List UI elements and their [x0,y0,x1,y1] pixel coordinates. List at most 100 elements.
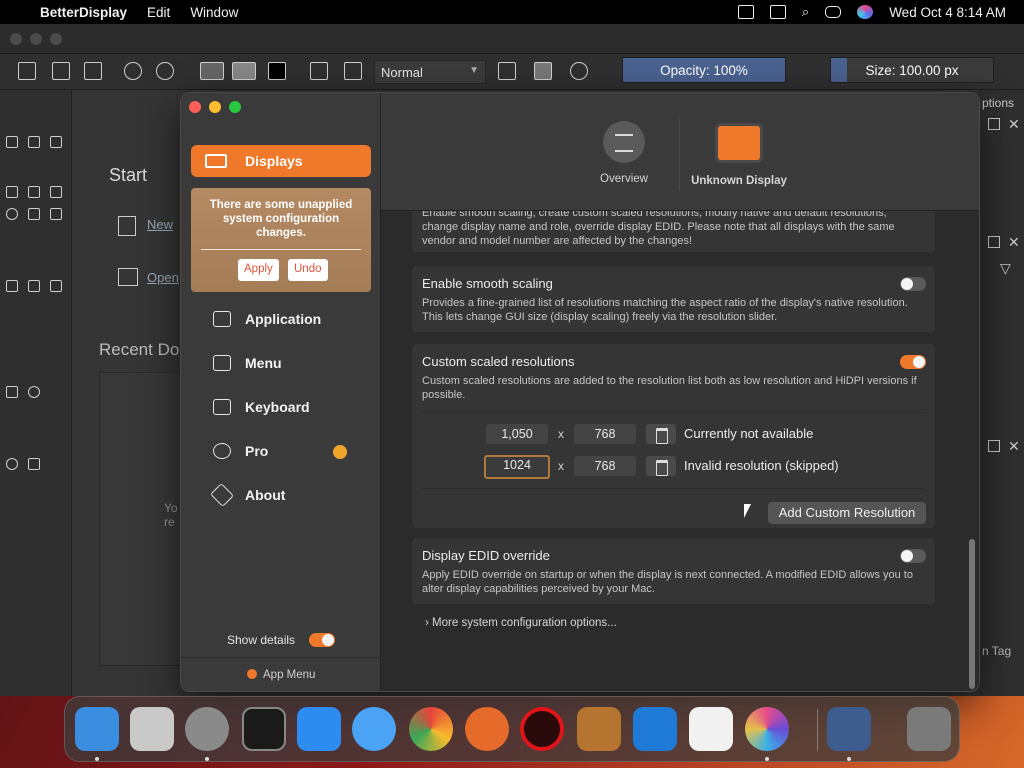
sidebar-item-pro[interactable]: Pro [213,439,268,463]
garageband-icon[interactable] [577,707,621,751]
recent-documents-heading: Recent Do [99,340,180,359]
sidebar-item-keyboard[interactable]: Keyboard [213,395,310,419]
presets-grid-icon[interactable] [344,62,362,80]
rectangle-tool-icon[interactable] [50,186,62,198]
close-icon[interactable]: ✕ [1008,438,1020,455]
color-swatch-icon[interactable] [268,62,286,80]
launchpad-icon[interactable] [130,707,174,751]
edid-override-toggle[interactable] [900,549,926,563]
close-icon[interactable]: ✕ [1008,116,1020,133]
terminal-icon[interactable] [242,707,286,751]
open-file-icon[interactable] [118,268,138,286]
more-options-disclosure[interactable]: › More system configuration options... [425,617,617,629]
float-icon[interactable] [988,118,1000,130]
vscode-icon[interactable] [633,707,677,751]
custom-resolutions-toggle[interactable] [900,355,926,369]
open-file-link[interactable]: Open [147,270,179,285]
show-details-toggle[interactable] [309,633,335,647]
safari-icon[interactable] [352,707,396,751]
bg-close-dot[interactable] [10,33,22,45]
eraser-icon[interactable] [498,62,516,80]
undo-button[interactable]: Undo [288,259,328,281]
new-file-icon[interactable] [118,216,136,236]
brush-tool-icon[interactable] [6,186,18,198]
finder-icon[interactable] [75,707,119,751]
reload-icon[interactable] [570,62,588,80]
move-tool-icon[interactable] [28,280,40,292]
search-icon[interactable]: ⌕ [802,4,809,20]
polygon-tool-icon[interactable] [28,208,40,220]
new-file-link[interactable]: New [147,217,173,232]
sidebar-item-menu[interactable]: Menu [213,351,282,375]
scrollbar[interactable] [969,539,975,689]
alpha-lock-icon[interactable] [534,62,552,80]
crop-tool-icon[interactable] [50,280,62,292]
zoom-button[interactable] [229,101,241,113]
sidebar-item-application[interactable]: Application [213,307,321,331]
app-menu-button[interactable]: App Menu [247,669,315,681]
float-icon[interactable] [988,236,1000,248]
chrome-icon[interactable] [409,707,453,751]
opera-icon[interactable] [520,707,564,751]
resolution-width-field[interactable]: 1,050 [486,424,548,444]
ellipse-tool-icon[interactable] [6,208,18,220]
trash-icon[interactable] [646,456,676,476]
transform-tool-icon[interactable] [6,280,18,292]
close-button[interactable] [189,101,201,113]
close-icon[interactable]: ✕ [1008,234,1020,251]
opacity-slider[interactable]: Opacity: 100% [622,57,786,83]
sidebar-item-displays[interactable]: Displays [191,145,371,177]
resolution-status: Currently not available [684,426,814,441]
menu-edit[interactable]: Edit [147,5,170,20]
rect-select-icon[interactable] [6,386,18,398]
minimize-button[interactable] [209,101,221,113]
brush-settings-icon[interactable] [310,62,328,80]
ellipse-select-icon[interactable] [28,386,40,398]
add-custom-resolution-button[interactable]: Add Custom Resolution [768,502,926,524]
zoom-tool-icon[interactable] [6,458,18,470]
menu-app-name[interactable]: BetterDisplay [40,5,127,20]
textedit-icon[interactable] [689,707,733,751]
screen-mirroring-icon[interactable] [769,5,786,19]
betterdisplay-icon[interactable] [827,707,871,751]
firefox-icon[interactable] [465,707,509,751]
trash-icon[interactable] [907,707,951,751]
siri-icon[interactable] [857,5,874,19]
bg-minimize-dot[interactable] [30,33,42,45]
smooth-scaling-toggle[interactable] [900,277,926,291]
sidebar-item-about[interactable]: About [209,482,285,508]
filter-icon[interactable]: ▽ [1000,260,1011,277]
pan-tool-icon[interactable] [28,458,40,470]
new-document-icon[interactable] [18,62,36,80]
polyline-tool-icon[interactable] [50,208,62,220]
pattern-icon[interactable] [232,62,256,80]
size-slider[interactable]: Size: 100.00 px [830,57,994,83]
edit-shape-icon[interactable] [50,136,62,148]
resolution-height-field[interactable]: 768 [574,424,636,444]
select-tool-icon[interactable] [6,136,18,148]
resolution-height-field[interactable]: 768 [574,456,636,476]
tab-unknown-display[interactable]: Unknown Display [687,123,791,187]
float-icon[interactable] [988,440,1000,452]
gradient-icon[interactable] [200,62,224,80]
menu-window[interactable]: Window [190,5,238,20]
krita-icon[interactable] [745,707,789,751]
save-icon[interactable] [84,62,102,80]
menubar-clock[interactable]: Wed Oct 4 8:14 AM [889,5,1006,20]
text-tool-icon[interactable] [28,136,40,148]
system-settings-icon[interactable] [185,707,229,751]
display-status-icon[interactable] [737,5,754,19]
open-folder-icon[interactable] [52,62,70,80]
app-store-icon[interactable] [297,707,341,751]
resolution-width-field[interactable]: 1024 [484,455,550,479]
bg-zoom-dot[interactable] [50,33,62,45]
apply-button[interactable]: Apply [238,259,279,281]
trash-icon[interactable] [646,424,676,444]
tab-overview[interactable]: Overview [599,121,649,185]
blend-mode-select[interactable]: Normal ▼ [374,60,486,84]
line-tool-icon[interactable] [28,186,40,198]
control-center-icon[interactable] [825,6,842,18]
undo-icon[interactable] [124,62,142,80]
redo-icon[interactable] [156,62,174,80]
chevron-down-icon: ▼ [469,65,479,76]
